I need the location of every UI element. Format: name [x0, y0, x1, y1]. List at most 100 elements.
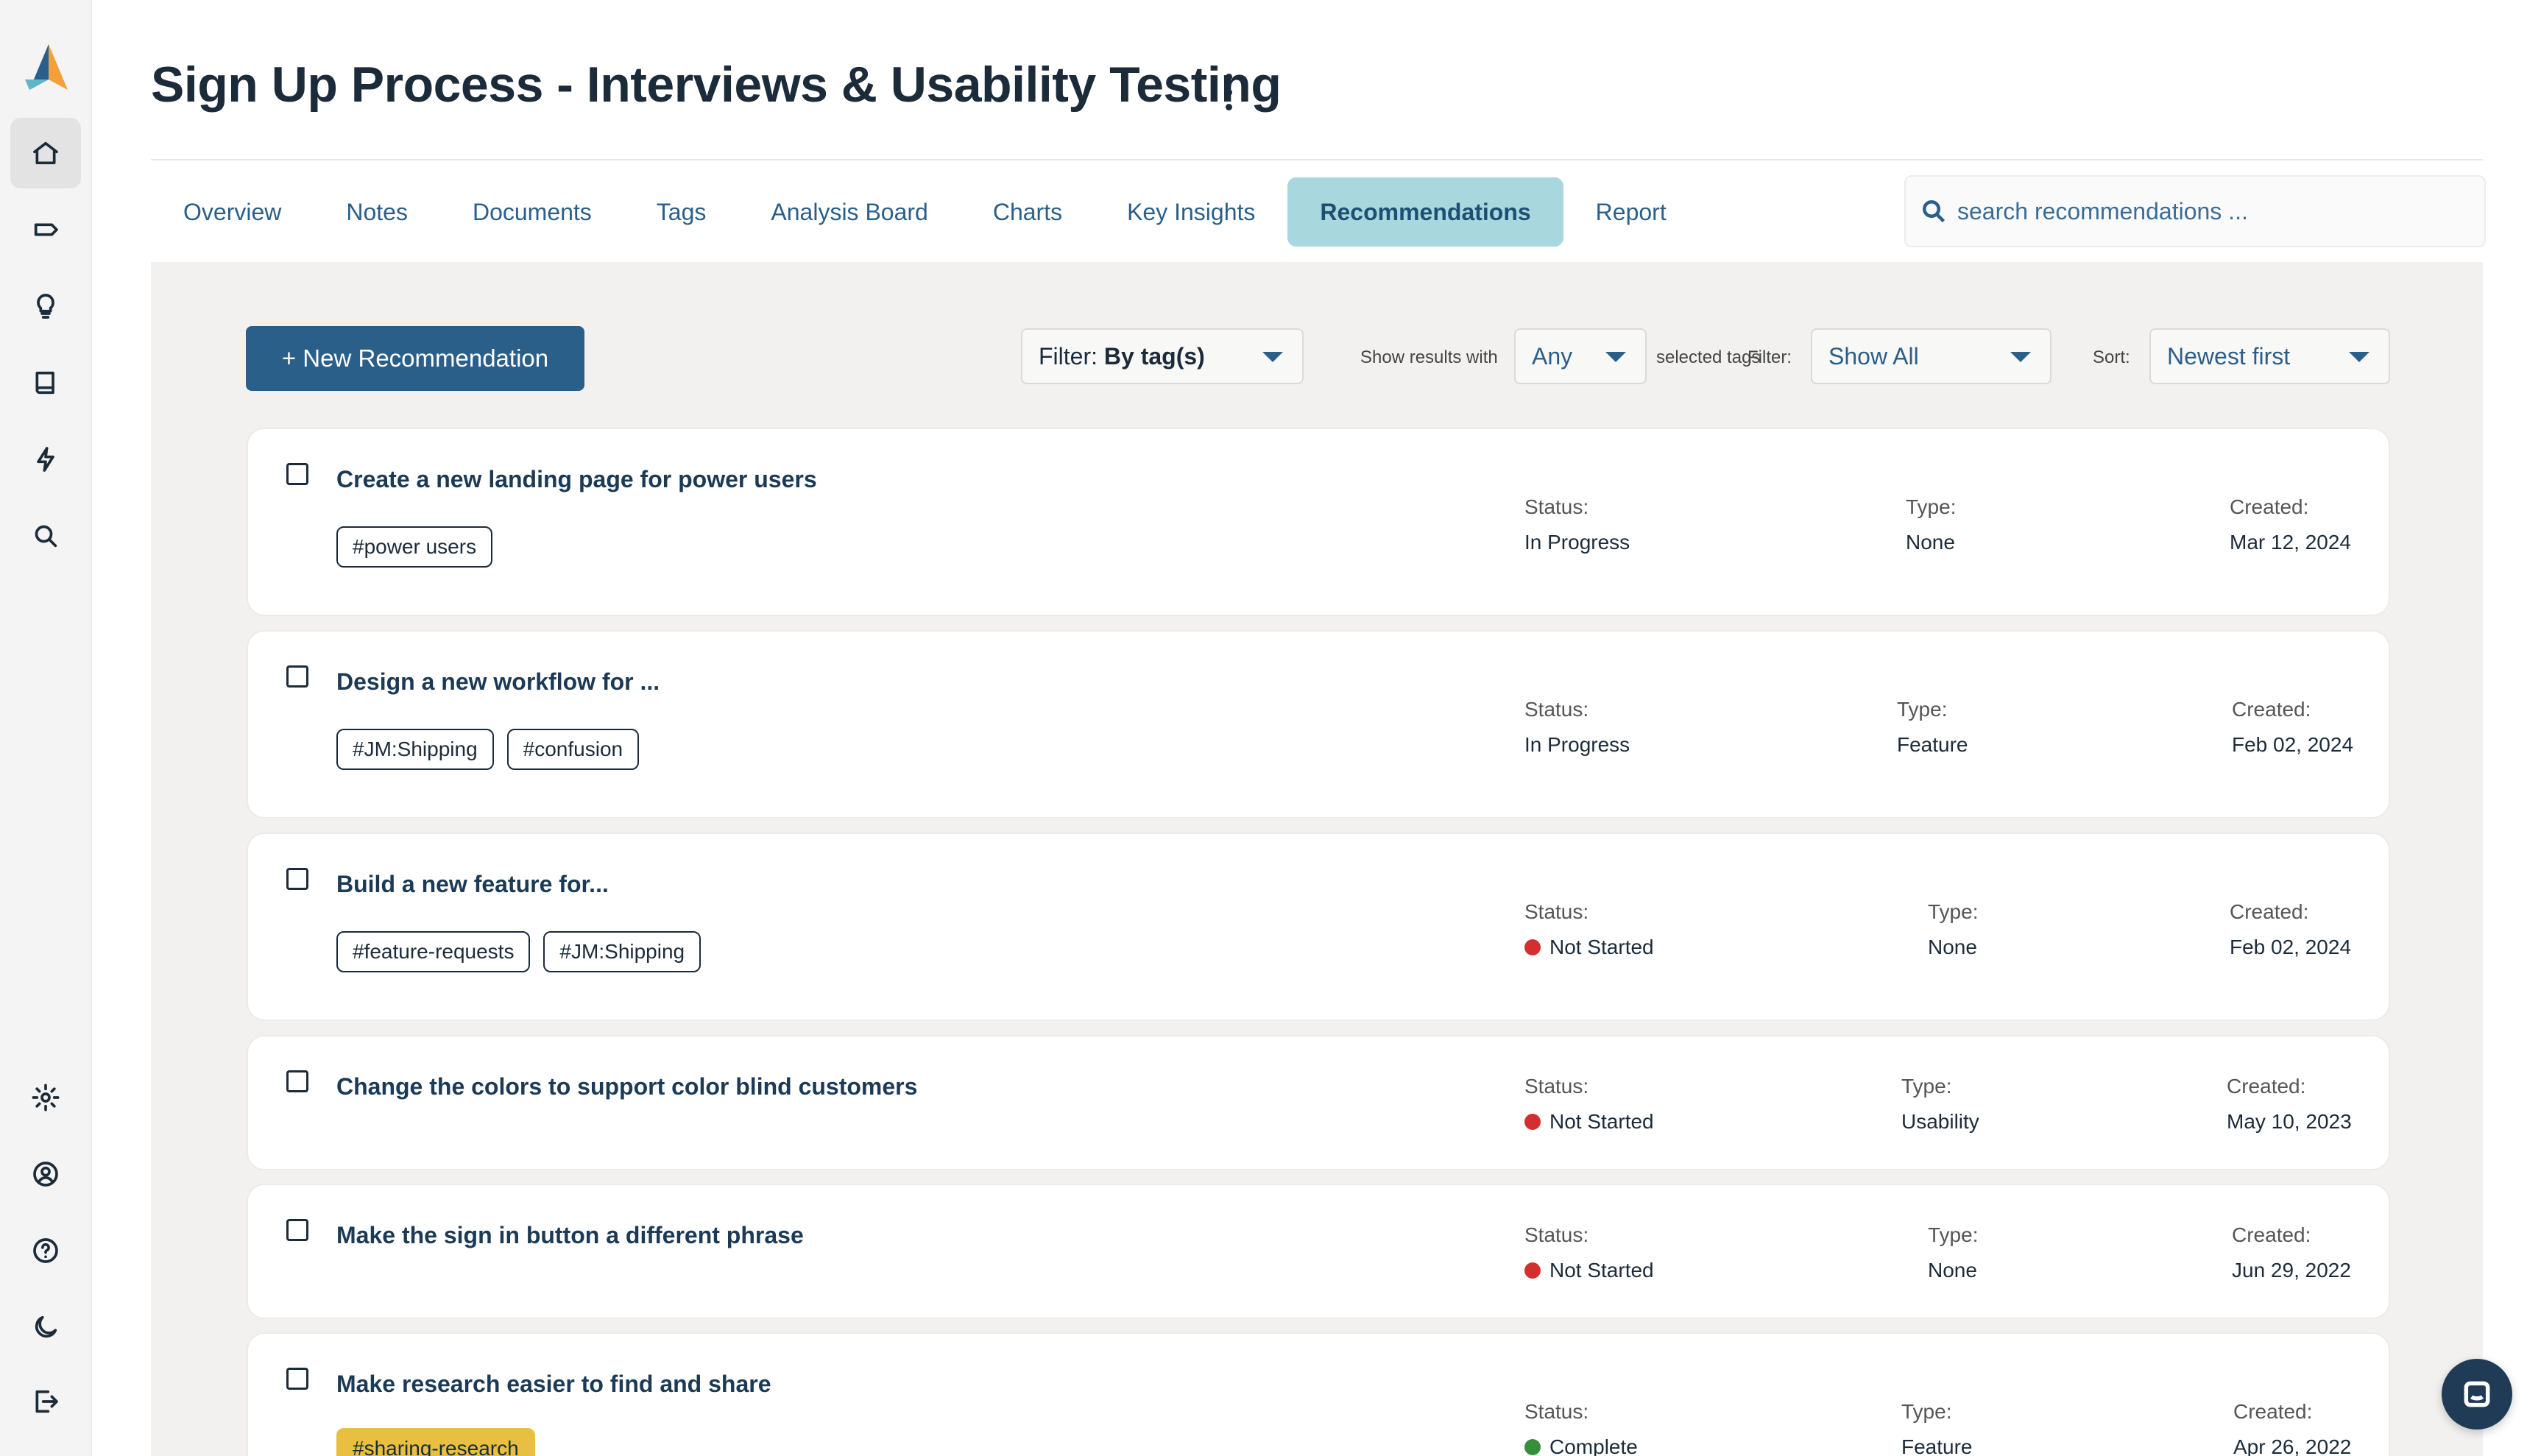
recommendation-card[interactable]: Create a new landing page for power user…: [247, 428, 2390, 616]
recommendation-card[interactable]: Make the sign in button a different phra…: [247, 1184, 2390, 1319]
tag-chip[interactable]: #sharing-research: [336, 1428, 535, 1456]
recommendation-title[interactable]: Change the colors to support color blind…: [336, 1073, 917, 1100]
tab-charts[interactable]: Charts: [961, 177, 1095, 247]
filter-by-tag-select[interactable]: Filter: By tag(s): [1021, 328, 1304, 384]
type-value: Feature: [1901, 1435, 1973, 1456]
sidebar-item-dark-mode[interactable]: [10, 1292, 81, 1363]
status-field: Status: Not Started: [1524, 900, 1654, 959]
type-field: Type: Feature: [1897, 698, 1968, 757]
type-field: Type: Usability: [1901, 1075, 1979, 1134]
select-checkbox[interactable]: [286, 1070, 308, 1092]
tag-chip[interactable]: #confusion: [506, 729, 640, 770]
home-icon: [33, 141, 58, 165]
select-checkbox[interactable]: [286, 1368, 308, 1390]
status-value: Not Started: [1524, 1259, 1654, 1282]
sidebar-item-tags[interactable]: [10, 194, 81, 265]
sort-value: Newest first: [2167, 342, 2291, 370]
match-any-select[interactable]: Any: [1514, 328, 1647, 384]
tag-chip[interactable]: #feature-requests: [336, 931, 531, 972]
recommendation-title[interactable]: Make research easier to find and share: [336, 1371, 771, 1398]
new-recommendation-button[interactable]: + New Recommendation: [246, 326, 584, 391]
recommendation-card[interactable]: Make research easier to find and share #…: [247, 1332, 2390, 1456]
kebab-dot-icon: [1225, 74, 1232, 80]
sidebar-item-settings[interactable]: [10, 1062, 81, 1133]
recommendation-title[interactable]: Design a new workflow for ...: [336, 668, 660, 696]
select-checkbox[interactable]: [286, 665, 308, 688]
app-logo[interactable]: [22, 43, 71, 94]
sidebar-item-account[interactable]: [10, 1139, 81, 1209]
tab-recommendations[interactable]: Recommendations: [1287, 177, 1563, 247]
chat-support-button[interactable]: [2442, 1359, 2512, 1430]
tab-analysis-board[interactable]: Analysis Board: [738, 177, 960, 247]
status-field: Status: In Progress: [1524, 698, 1630, 757]
status-text: In Progress: [1524, 531, 1630, 554]
lightbulb-icon: [37, 294, 54, 319]
created-value: Feb 02, 2024: [2232, 733, 2354, 756]
tab-report[interactable]: Report: [1563, 177, 1699, 247]
sidebar-item-help[interactable]: [10, 1215, 81, 1286]
type-label: Type:: [1897, 698, 1948, 721]
sidebar-item-logout[interactable]: [10, 1366, 81, 1437]
tag-list: #sharing-research: [336, 1428, 535, 1456]
sidebar-item-search[interactable]: [10, 501, 81, 571]
filter-label: Filter:: [1747, 347, 1792, 367]
created-field: Created: Mar 12, 2024: [2230, 495, 2351, 554]
tab-key-insights[interactable]: Key Insights: [1095, 177, 1287, 247]
type-value: None: [1906, 531, 1955, 554]
created-value: May 10, 2023: [2227, 1110, 2352, 1133]
created-label: Created:: [2232, 698, 2311, 721]
more-options-button[interactable]: [1221, 74, 1236, 110]
chat-icon: [2464, 1381, 2490, 1407]
tag-chip[interactable]: #JM:Shipping: [336, 729, 494, 770]
tag-chip[interactable]: #JM:Shipping: [543, 931, 701, 972]
select-checkbox[interactable]: [286, 1219, 308, 1241]
created-label: Created:: [2227, 1075, 2306, 1098]
divider: [151, 159, 2483, 160]
recommendation-card[interactable]: Design a new workflow for ... #JM:Shippi…: [247, 630, 2390, 819]
tab-tags[interactable]: Tags: [624, 177, 739, 247]
status-text: Not Started: [1549, 1259, 1654, 1282]
sidebar-item-home[interactable]: [10, 118, 81, 188]
user-circle-icon: [33, 1162, 58, 1187]
help-icon: [33, 1238, 58, 1263]
kebab-dot-icon: [1225, 104, 1232, 110]
sidebar-item-quick[interactable]: [10, 424, 81, 495]
select-checkbox[interactable]: [286, 868, 308, 890]
recommendation-title[interactable]: Make the sign in button a different phra…: [336, 1222, 804, 1249]
status-dot-icon: [1524, 939, 1541, 955]
tag-list: #power users: [336, 526, 493, 568]
tab-documents[interactable]: Documents: [440, 177, 624, 247]
status-filter-select[interactable]: Show All: [1811, 328, 2051, 384]
recommendation-title[interactable]: Create a new landing page for power user…: [336, 466, 817, 493]
sidebar-item-projects[interactable]: [10, 347, 81, 418]
recommendation-card[interactable]: Build a new feature for... #feature-requ…: [247, 833, 2390, 1021]
search-box[interactable]: [1904, 175, 2486, 247]
created-field: Created: May 10, 2023: [2227, 1075, 2352, 1134]
status-label: Status:: [1524, 1075, 1589, 1098]
recommendation-title[interactable]: Build a new feature for...: [336, 871, 609, 898]
chevron-down-icon: [1262, 352, 1283, 362]
recommendation-card[interactable]: Change the colors to support color blind…: [247, 1035, 2390, 1170]
status-field: Status: In Progress: [1524, 495, 1630, 554]
type-field: Type: None: [1928, 1223, 1978, 1282]
main-area: Sign Up Process - Interviews & Usability…: [92, 0, 2541, 1456]
sort-select[interactable]: Newest first: [2149, 328, 2390, 384]
gear-icon: [32, 1084, 60, 1112]
type-label: Type:: [1928, 1223, 1979, 1246]
type-label: Type:: [1928, 900, 1979, 923]
page-title: Sign Up Process - Interviews & Usability…: [151, 57, 1282, 113]
tab-bar: Overview Notes Documents Tags Analysis B…: [151, 177, 1699, 247]
select-checkbox[interactable]: [286, 463, 308, 485]
type-field: Type: None: [1906, 495, 1956, 554]
sidebar-item-insights[interactable]: [10, 271, 81, 342]
status-text: Complete: [1549, 1435, 1638, 1456]
tag-chip[interactable]: #power users: [336, 526, 493, 568]
status-dot-icon: [1524, 1114, 1541, 1130]
search-input[interactable]: [1957, 197, 2458, 225]
tab-overview[interactable]: Overview: [151, 177, 314, 247]
show-results-label: Show results with: [1360, 347, 1498, 367]
chevron-down-icon: [1605, 352, 1626, 362]
tab-notes[interactable]: Notes: [314, 177, 440, 247]
status-value: In Progress: [1524, 531, 1630, 554]
search-icon: [35, 525, 57, 548]
